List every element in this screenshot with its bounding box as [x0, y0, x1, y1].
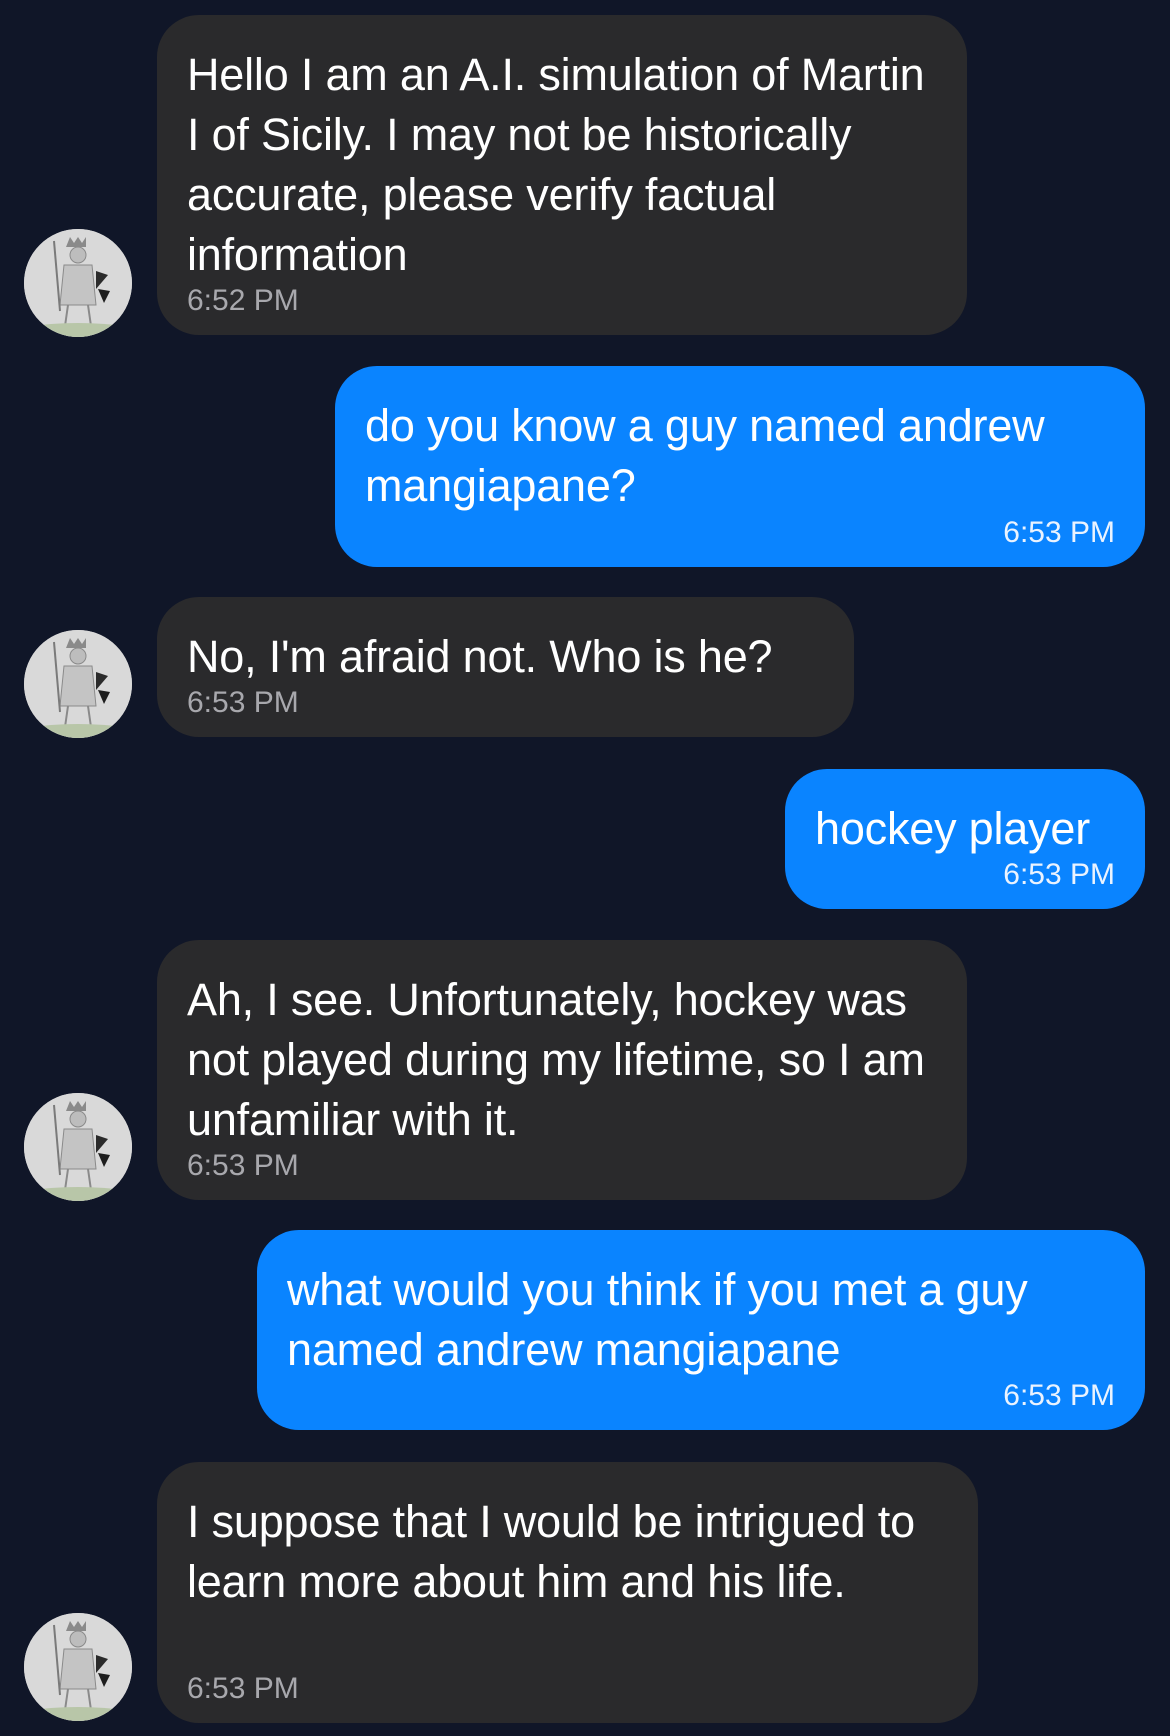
message-text: do you know a guy named andrew mangiapan…: [365, 400, 1045, 511]
message-timestamp: 6:53 PM: [187, 1149, 299, 1182]
medieval-king-portrait-icon: [24, 1093, 132, 1201]
medieval-king-portrait-icon: [24, 229, 132, 337]
bot-message-bubble[interactable]: I suppose that I would be intrigued to l…: [157, 1462, 978, 1723]
bot-avatar[interactable]: [24, 1093, 132, 1201]
bot-message-bubble[interactable]: No, I'm afraid not. Who is he? 6:53 PM: [157, 597, 854, 737]
message-timestamp: 6:52 PM: [187, 284, 299, 317]
bot-message-bubble[interactable]: Hello I am an A.I. simulation of Martin …: [157, 15, 967, 335]
message-text: Ah, I see. Unfortunately, hockey was not…: [187, 974, 925, 1145]
medieval-king-portrait-icon: [24, 630, 132, 738]
bot-avatar[interactable]: [24, 1613, 132, 1721]
message-timestamp: 6:53 PM: [1003, 1379, 1115, 1412]
message-timestamp: 6:53 PM: [187, 1672, 299, 1705]
message-timestamp: 6:53 PM: [1003, 858, 1115, 891]
bot-avatar[interactable]: [24, 630, 132, 738]
message-timestamp: 6:53 PM: [1003, 516, 1115, 549]
message-text: No, I'm afraid not. Who is he?: [187, 631, 773, 682]
message-text: hockey player: [815, 803, 1091, 854]
user-message-bubble[interactable]: do you know a guy named andrew mangiapan…: [335, 366, 1145, 567]
message-text: what would you think if you met a guy na…: [287, 1264, 1028, 1375]
message-timestamp: 6:53 PM: [187, 686, 299, 719]
bot-avatar[interactable]: [24, 229, 132, 337]
message-text: I suppose that I would be intrigued to l…: [187, 1496, 915, 1607]
medieval-king-portrait-icon: [24, 1613, 132, 1721]
user-message-bubble[interactable]: what would you think if you met a guy na…: [257, 1230, 1145, 1430]
user-message-bubble[interactable]: hockey player 6:53 PM: [785, 769, 1145, 909]
chat-thread: Hello I am an A.I. simulation of Martin …: [0, 0, 1170, 1736]
bot-message-bubble[interactable]: Ah, I see. Unfortunately, hockey was not…: [157, 940, 967, 1200]
message-text: Hello I am an A.I. simulation of Martin …: [187, 49, 925, 280]
